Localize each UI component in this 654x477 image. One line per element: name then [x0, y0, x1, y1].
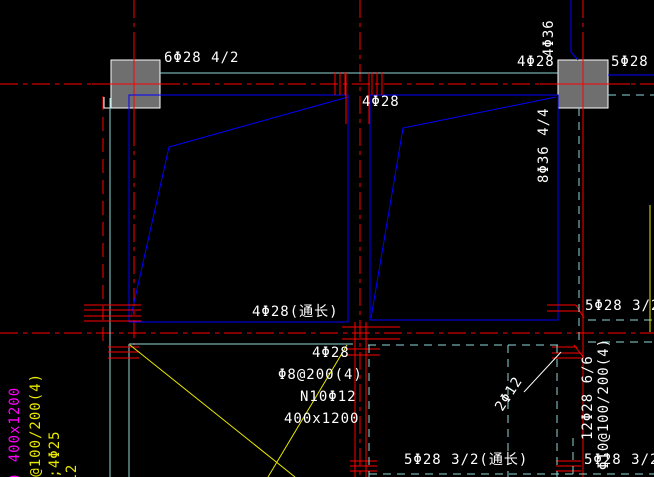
- beam-edge-top-right: [570, 0, 579, 61]
- rebar-label-bottom-right: 5Φ28 3/2: [584, 452, 654, 468]
- drawing-geometry: [0, 0, 654, 477]
- bars-label-left: 8;4Φ25: [47, 430, 63, 477]
- rebar-label-top-right: 5Φ28: [611, 54, 649, 70]
- rebar-label-mid-top: 4Φ28: [362, 94, 400, 110]
- rebar-label-bottom-mid: 5Φ28 3/2(通长): [404, 452, 529, 468]
- rebar-label-top-mid-left: 4Φ28: [517, 54, 555, 70]
- ties-label-left: Φ12: [64, 464, 80, 477]
- side-bars-label: N10Φ12: [300, 389, 357, 405]
- rebar-label-right-bottom: 12Φ28 6/6: [580, 355, 596, 440]
- rebar-label-bottom-through: 4Φ28(通长): [252, 304, 339, 320]
- bent-bar-left-bay: [130, 96, 349, 317]
- beam-size-label: 400x1200: [284, 411, 360, 427]
- centerline-grid: [0, 0, 654, 477]
- rebar-label-top-left: 6Φ28 4/2: [164, 50, 240, 66]
- rebar-label-right-mid: 5Φ28 3/2: [585, 298, 654, 314]
- rebar-label-right-side: 8Φ36 4/4: [536, 107, 552, 183]
- stirrup-label-left: Φ10@100/200(4): [28, 372, 44, 477]
- col-top-bars-label: 4Φ36: [541, 19, 557, 57]
- beam-outlines-blue: [128, 0, 654, 323]
- bent-bar-right-bay: [370, 96, 557, 319]
- cad-canvas[interactable]: 6Φ28 4/2 4Φ28 5Φ28 4Φ28 4Φ28(通长) 4Φ28 Φ8…: [0, 0, 654, 477]
- rebar-label-lower-top: 4Φ28: [312, 345, 350, 361]
- beam-name-label-left: (1) 400x1200: [7, 386, 23, 477]
- stirrup-label-right-bottom: Φ10@100/200(4): [596, 337, 612, 470]
- stirrup-spec-label: Φ8@200(4): [278, 367, 363, 383]
- leader-line: [523, 351, 562, 393]
- brace-lines-yellow: [129, 205, 651, 477]
